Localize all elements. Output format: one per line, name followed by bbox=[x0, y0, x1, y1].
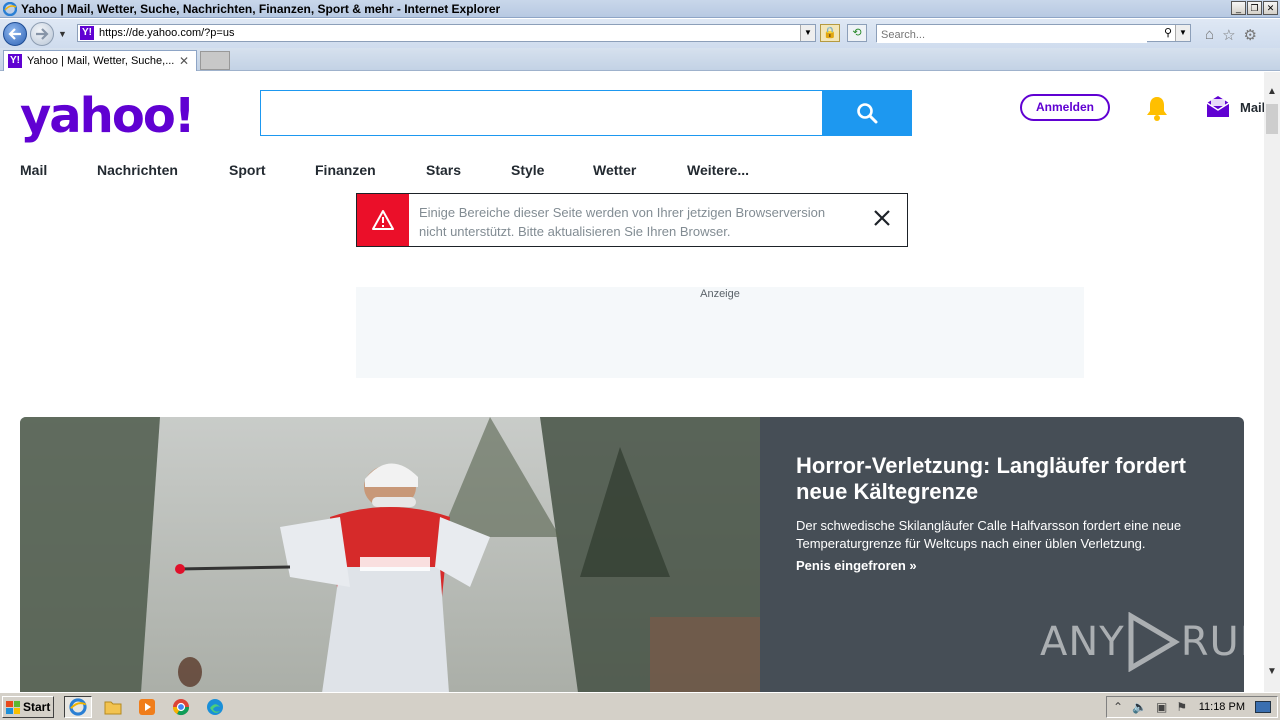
media-player-icon bbox=[139, 699, 155, 715]
system-tray: ⌃ 🔈 ▣ ⚑ 11:18 PM bbox=[1106, 696, 1278, 718]
settings-gear-icon[interactable]: ⚙ bbox=[1244, 26, 1257, 44]
signin-button[interactable]: Anmelden bbox=[1020, 94, 1110, 121]
search-icon[interactable]: ⚲ bbox=[1164, 26, 1172, 39]
scroll-up-arrow-icon[interactable]: ▲ bbox=[1264, 84, 1280, 100]
bell-icon[interactable] bbox=[1143, 94, 1171, 122]
close-icon[interactable] bbox=[873, 209, 891, 227]
page-scrollbar[interactable]: ▲ ▼ bbox=[1264, 72, 1280, 692]
hero-text-block: Horror-Verletzung: Langläufer fordert ne… bbox=[796, 453, 1216, 573]
nav-item-sport[interactable]: Sport bbox=[229, 162, 266, 178]
ad-slot[interactable]: Anzeige bbox=[356, 287, 1084, 378]
minimize-button[interactable]: _ bbox=[1231, 1, 1246, 15]
warning-icon bbox=[372, 210, 394, 230]
nav-item-finanzen[interactable]: Finanzen bbox=[315, 162, 376, 178]
windows-logo-icon bbox=[6, 700, 20, 714]
anyrun-watermark: ANY RUN bbox=[1040, 612, 1264, 672]
action-center-flag-icon[interactable]: ⚑ bbox=[1176, 700, 1187, 714]
alert-message: Einige Bereiche dieser Seite werden von … bbox=[419, 205, 826, 239]
play-triangle-icon bbox=[1128, 612, 1180, 672]
yahoo-search-button[interactable] bbox=[822, 90, 912, 136]
watermark-left-text: ANY bbox=[1040, 619, 1125, 665]
nav-item-mail[interactable]: Mail bbox=[20, 162, 47, 178]
window-title: Yahoo | Mail, Wetter, Suche, Nachrichten… bbox=[21, 1, 501, 16]
yahoo-logo[interactable]: yahoo! bbox=[20, 88, 196, 144]
system-clock[interactable]: 11:18 PM bbox=[1199, 701, 1245, 713]
nav-item-stars[interactable]: Stars bbox=[426, 162, 461, 178]
mail-label[interactable]: Mail bbox=[1240, 100, 1264, 115]
nav-item-wetter[interactable]: Wetter bbox=[593, 162, 636, 178]
search-provider-dropdown[interactable]: ▼ bbox=[1175, 25, 1190, 41]
tab-yahoo[interactable]: Y! Yahoo | Mail, Wetter, Suche,... ✕ bbox=[3, 50, 197, 71]
watermark-right-text: RUN bbox=[1180, 619, 1264, 665]
nav-item-weitere[interactable]: Weitere... bbox=[687, 162, 749, 178]
address-url[interactable]: https://de.yahoo.com/?p=us bbox=[99, 27, 234, 39]
window-titlebar: Yahoo | Mail, Wetter, Suche, Nachrichten… bbox=[0, 0, 1280, 18]
browser-navbar: ▼ Y! https://de.yahoo.com/?p=us ▼ 🔒 ⟲ ⚲ … bbox=[0, 19, 1280, 48]
start-label: Start bbox=[23, 700, 51, 714]
tab-bar: Y! Yahoo | Mail, Wetter, Suche,... ✕ bbox=[0, 48, 1280, 71]
nav-item-style[interactable]: Style bbox=[511, 162, 544, 178]
browser-search-box[interactable]: ⚲ ▼ bbox=[876, 24, 1191, 43]
chrome-icon bbox=[172, 699, 190, 716]
back-button[interactable] bbox=[3, 22, 27, 46]
hero-read-more-link[interactable]: Penis eingefroren » bbox=[796, 558, 1216, 573]
address-bar[interactable]: Y! https://de.yahoo.com/?p=us ▼ bbox=[77, 24, 816, 42]
tray-expand-icon[interactable]: ⌃ bbox=[1113, 700, 1123, 714]
hero-description: Der schwedische Skilangläufer Calle Half… bbox=[796, 518, 1182, 551]
internet-explorer-icon bbox=[3, 1, 17, 16]
windows-taskbar: Start ⌃ 🔈 ▣ ⚑ 11:18 PM bbox=[0, 692, 1280, 720]
scrollbar-thumb[interactable] bbox=[1266, 104, 1278, 134]
new-tab-button[interactable] bbox=[200, 51, 230, 70]
taskbar-media-player[interactable] bbox=[133, 696, 161, 718]
volume-icon[interactable]: 🔈 bbox=[1132, 700, 1147, 714]
yahoo-favicon-icon: Y! bbox=[8, 54, 22, 68]
home-icon[interactable]: ⌂ bbox=[1205, 26, 1214, 44]
taskbar-chrome[interactable] bbox=[167, 696, 195, 718]
address-dropdown[interactable]: ▼ bbox=[800, 25, 815, 41]
window-controls: _ ❐ ✕ bbox=[1231, 1, 1278, 15]
ad-label: Anzeige bbox=[700, 288, 740, 300]
alert-icon-panel bbox=[357, 194, 409, 246]
yahoo-search-input[interactable] bbox=[261, 91, 823, 135]
tab-title: Yahoo | Mail, Wetter, Suche,... bbox=[27, 55, 175, 67]
yahoo-search-field[interactable] bbox=[260, 90, 823, 136]
network-icon[interactable]: ▣ bbox=[1156, 700, 1167, 714]
forward-button[interactable] bbox=[30, 22, 54, 46]
arrow-right-icon bbox=[36, 28, 49, 40]
recent-pages-dropdown[interactable]: ▼ bbox=[58, 29, 67, 39]
arrow-left-icon bbox=[8, 28, 21, 40]
browser-tools: ⌂ ☆ ⚙ bbox=[1205, 26, 1257, 44]
show-desktop-icon[interactable] bbox=[1255, 701, 1271, 713]
close-tab-icon[interactable]: ✕ bbox=[179, 54, 189, 68]
page-viewport: yahoo! Anmelden Mail Mail Nachrichten Sp… bbox=[0, 72, 1264, 692]
browser-search-input[interactable] bbox=[877, 27, 1147, 43]
favorites-star-icon[interactable]: ☆ bbox=[1222, 26, 1235, 44]
tray-icons: ⌃ 🔈 ▣ ⚑ bbox=[1113, 700, 1187, 714]
browser-warning-alert: Einige Bereiche dieser Seite werden von … bbox=[356, 193, 908, 247]
search-icon bbox=[857, 103, 878, 124]
internet-explorer-icon bbox=[69, 698, 87, 716]
close-button[interactable]: ✕ bbox=[1263, 1, 1278, 15]
scroll-down-arrow-icon[interactable]: ▼ bbox=[1264, 664, 1280, 680]
yahoo-favicon-icon: Y! bbox=[80, 26, 94, 40]
folder-icon bbox=[104, 701, 122, 715]
compatibility-refresh-icon[interactable]: ⟲ bbox=[847, 24, 867, 42]
lock-icon[interactable]: 🔒 bbox=[820, 24, 840, 42]
nav-item-nachrichten[interactable]: Nachrichten bbox=[97, 162, 178, 178]
edge-icon bbox=[207, 699, 223, 715]
hero-image[interactable] bbox=[20, 417, 760, 692]
taskbar-internet-explorer[interactable] bbox=[64, 696, 92, 718]
taskbar-edge[interactable] bbox=[201, 696, 229, 718]
restore-button[interactable]: ❐ bbox=[1247, 1, 1262, 15]
hero-title[interactable]: Horror-Verletzung: Langläufer fordert ne… bbox=[796, 453, 1216, 505]
taskbar-file-explorer[interactable] bbox=[99, 696, 127, 718]
mail-icon[interactable] bbox=[1205, 94, 1231, 120]
start-button[interactable]: Start bbox=[2, 696, 54, 718]
